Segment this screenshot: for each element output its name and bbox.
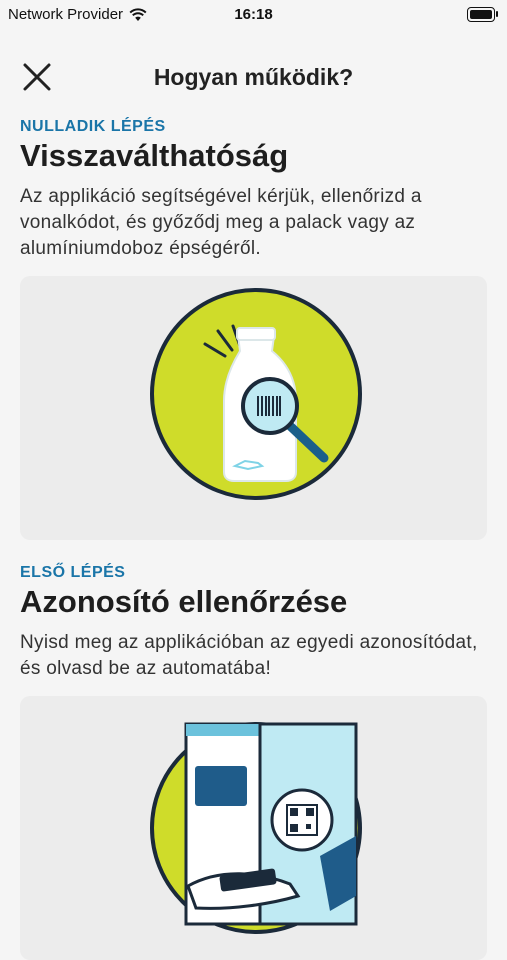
page-title: Hogyan működik? xyxy=(153,64,354,90)
step-title: Visszaválthatóság xyxy=(20,138,289,173)
step-card-0: NULLADIK LÉPÉS Visszaválthatóság Az appl… xyxy=(0,118,507,540)
step-title: Azonosító ellenőrzése xyxy=(20,584,348,619)
status-bar: Network Provider 16:18 xyxy=(0,0,507,30)
qr-scan-machine-illustration xyxy=(20,696,487,960)
step-label: NULLADIK LÉPÉS xyxy=(20,118,166,135)
battery-icon xyxy=(467,7,498,22)
status-time: 16:18 xyxy=(234,6,273,23)
bottle-barcode-check-illustration xyxy=(20,276,487,540)
navigation-bar: Hogyan működik? xyxy=(0,56,507,98)
step-card-1: ELSŐ LÉPÉS Azonosító ellenőrzése Nyisd m… xyxy=(0,564,507,960)
step-description: Az applikáció segítségével kérjük, ellen… xyxy=(20,186,422,259)
steps-list[interactable]: NULLADIK LÉPÉS Visszaválthatóság Az appl… xyxy=(0,110,507,960)
step-label: ELSŐ LÉPÉS xyxy=(20,564,126,581)
step-description: Nyisd meg az applikációban az egyedi azo… xyxy=(20,632,478,679)
